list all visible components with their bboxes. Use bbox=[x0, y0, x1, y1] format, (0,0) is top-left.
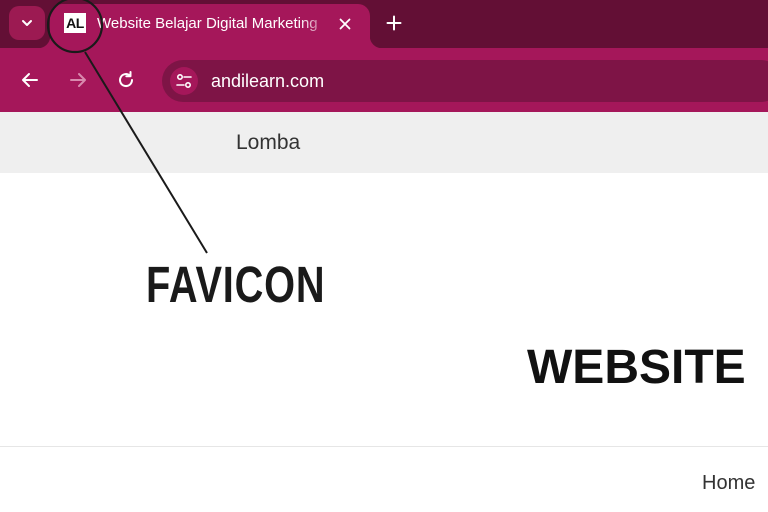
new-tab-button[interactable] bbox=[382, 11, 406, 35]
tab-search-button[interactable] bbox=[9, 6, 45, 40]
reload-button[interactable] bbox=[114, 68, 138, 92]
divider bbox=[0, 446, 768, 447]
forward-button[interactable] bbox=[66, 68, 90, 92]
tab-title: Website Belajar Digital Marketing bbox=[97, 15, 318, 32]
plus-icon bbox=[386, 15, 402, 31]
tab-close-button[interactable] bbox=[334, 13, 356, 35]
menu-item-home[interactable]: Home bbox=[702, 471, 755, 495]
tune-icon bbox=[176, 73, 192, 89]
site-title: WEBSITE bbox=[527, 341, 746, 394]
reload-icon bbox=[119, 71, 134, 88]
arrow-right-icon bbox=[70, 73, 86, 87]
favicon: AL bbox=[64, 13, 86, 33]
browser-toolbar: andilearn.com bbox=[0, 48, 768, 112]
close-icon bbox=[339, 18, 351, 30]
back-button[interactable] bbox=[18, 68, 42, 92]
site-nav-bar: Lomba bbox=[0, 112, 768, 173]
arrow-left-icon bbox=[22, 73, 38, 87]
active-tab[interactable]: AL Website Belajar Digital Marketing bbox=[38, 4, 382, 48]
site-info-button[interactable] bbox=[170, 67, 198, 95]
address-bar[interactable]: andilearn.com bbox=[162, 60, 768, 102]
tab-strip: AL Website Belajar Digital Marketing bbox=[0, 0, 768, 48]
chevron-down-icon bbox=[22, 20, 32, 26]
url-text[interactable]: andilearn.com bbox=[211, 70, 324, 92]
nav-link-lomba[interactable]: Lomba bbox=[236, 131, 300, 155]
annotation-label: FAVICON bbox=[146, 256, 326, 313]
